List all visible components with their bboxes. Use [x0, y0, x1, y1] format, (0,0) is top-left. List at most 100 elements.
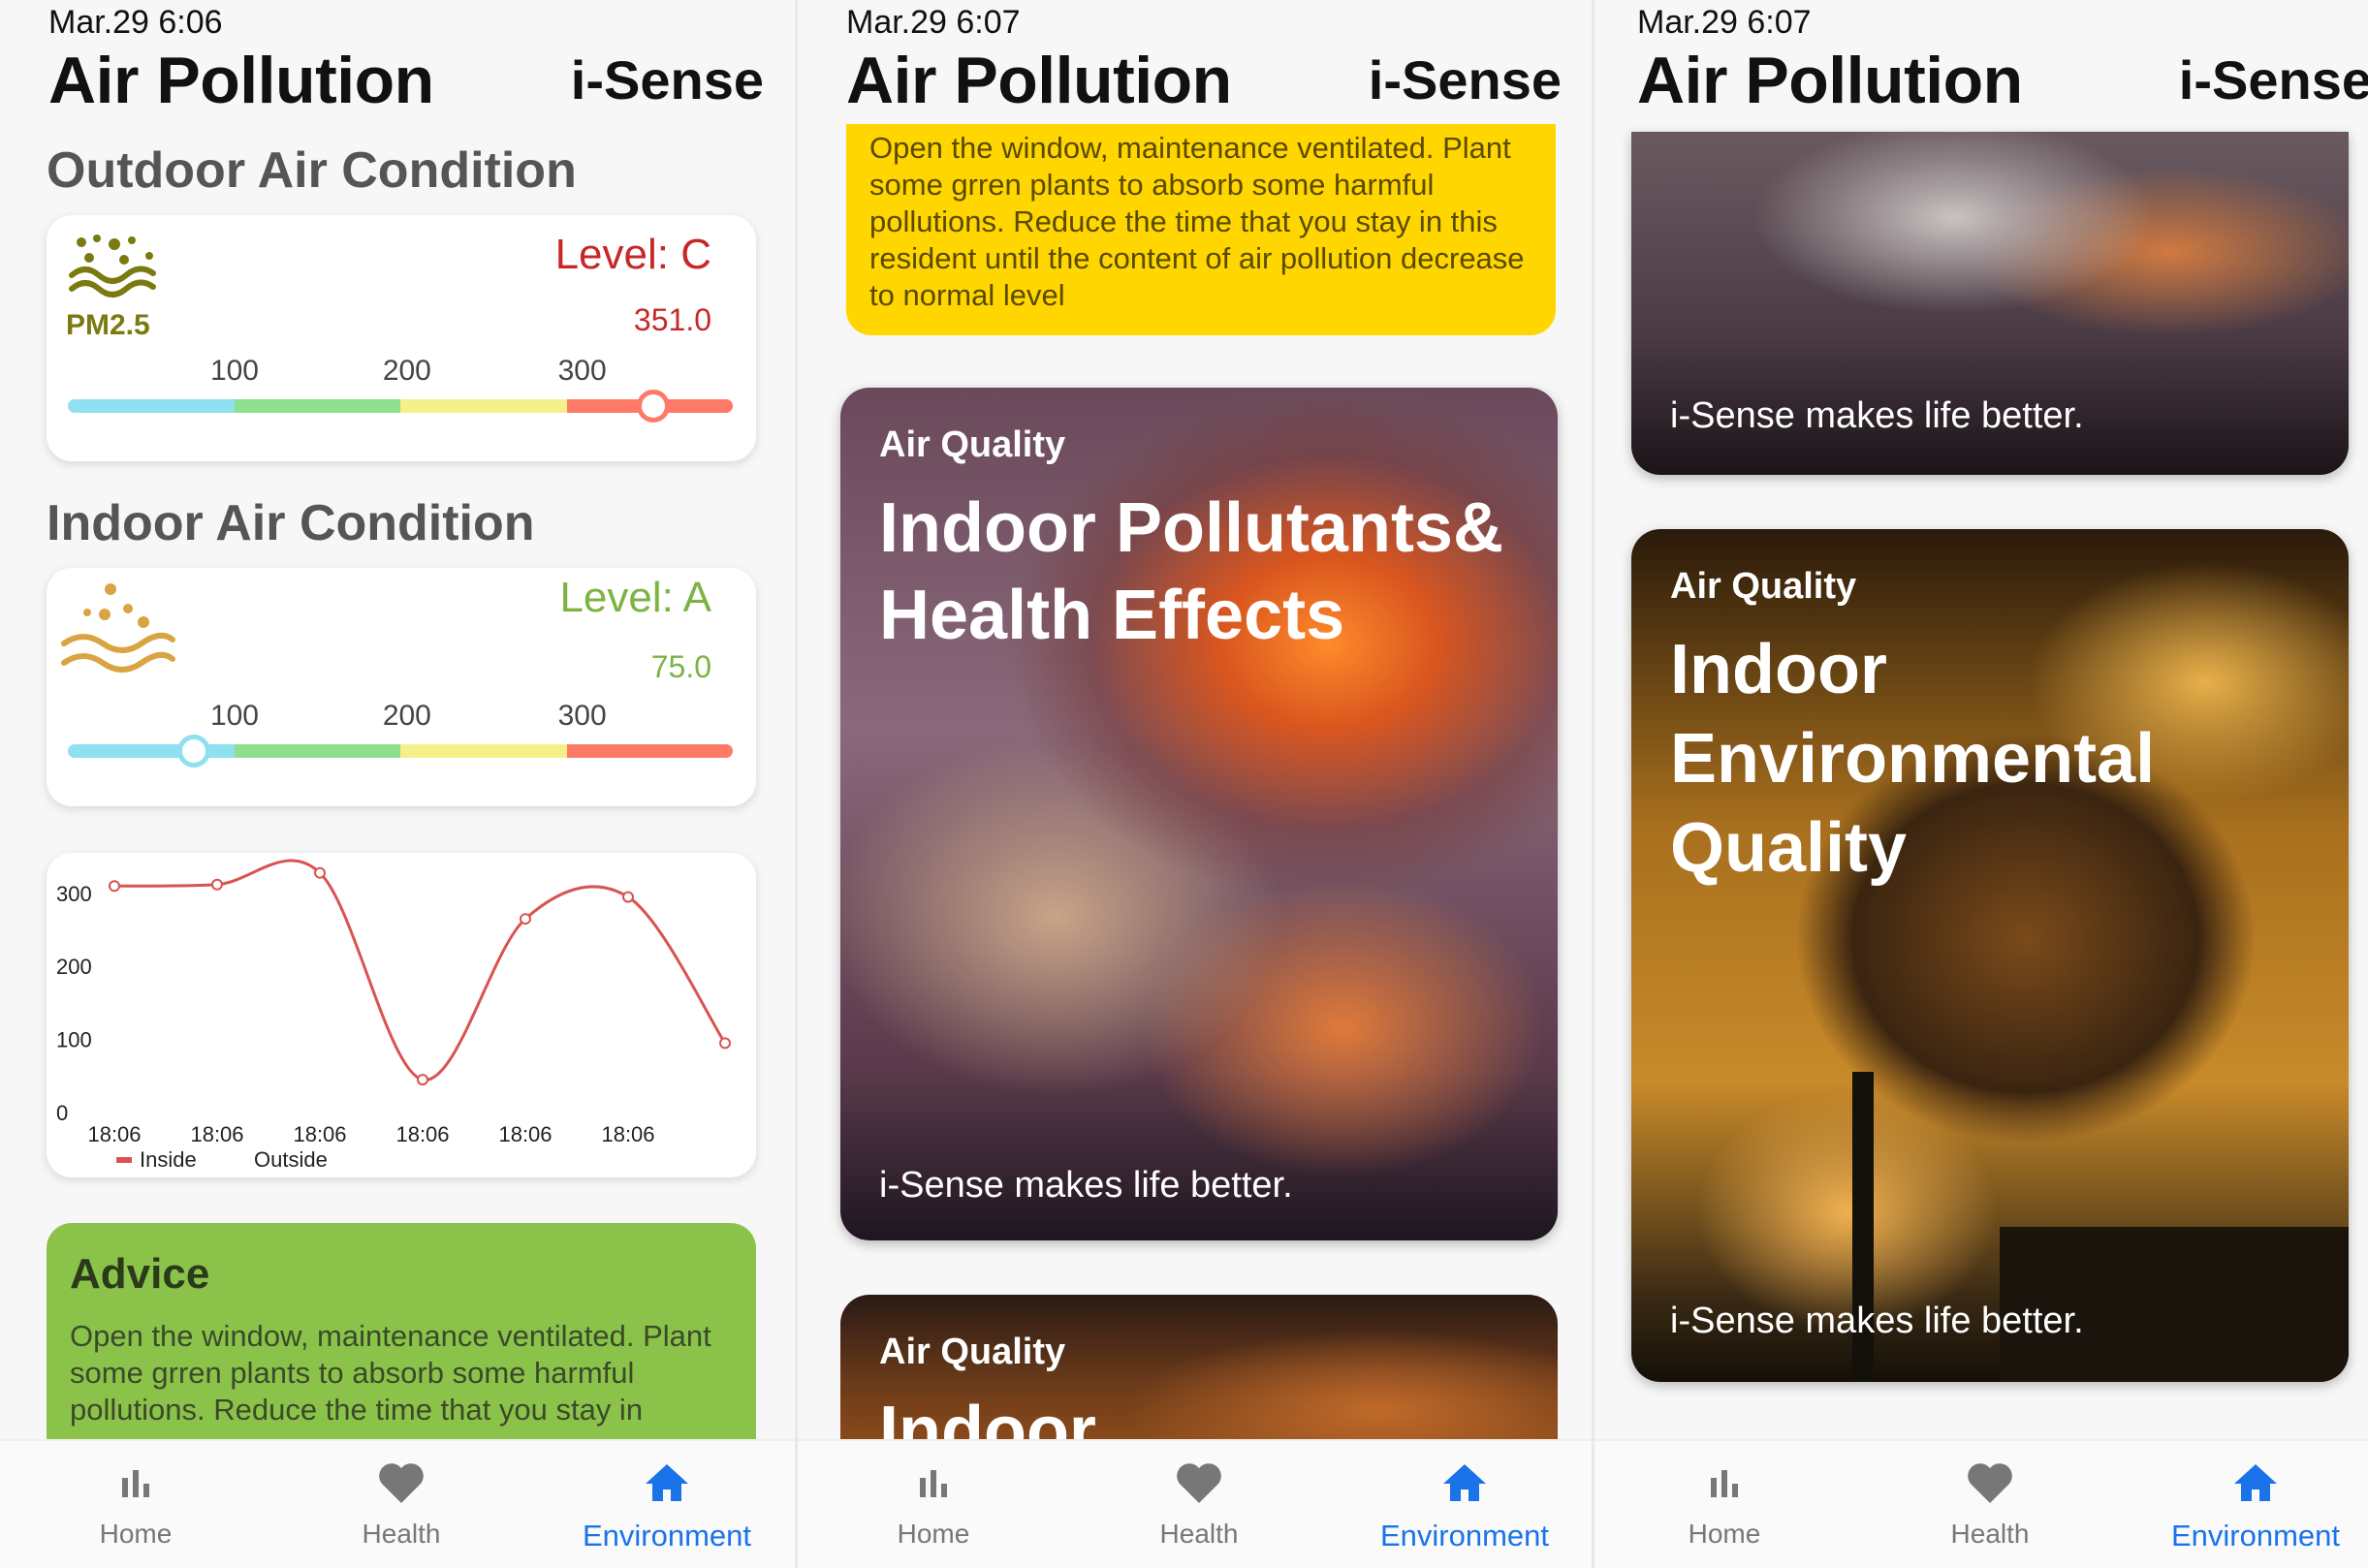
nav-label: Health: [1950, 1519, 2030, 1549]
status-time: Mar.29 6:07: [1637, 4, 1812, 41]
advice-card-tail: Open the window, maintenance ventilated.…: [846, 124, 1556, 335]
home-icon: [2139, 1457, 2368, 1511]
y-tick-label: 300: [56, 882, 92, 906]
data-point: [520, 913, 531, 925]
status-time: Mar.29 6:07: [846, 4, 1021, 41]
data-point: [211, 878, 223, 891]
indoor-slider-knob[interactable]: [177, 735, 211, 768]
tick-label: 300: [557, 355, 607, 387]
heart-icon: [285, 1457, 518, 1511]
nav-health[interactable]: Health: [1874, 1457, 2106, 1550]
indoor-level: Level: A: [559, 574, 711, 621]
x-tick-label: 18:06: [498, 1122, 552, 1146]
card-title-line1: Indoor Pollutants&: [879, 489, 1503, 567]
heart-icon: [1083, 1457, 1315, 1511]
brand-name: i-Sense: [1368, 49, 1562, 110]
article-card-top[interactable]: i-Sense makes life better.: [1631, 132, 2349, 475]
x-tick-label: 18:06: [395, 1122, 449, 1146]
outdoor-section-title: Outdoor Air Condition: [47, 142, 577, 199]
nav-label: Home: [99, 1519, 173, 1549]
outdoor-card[interactable]: PM2.5 Level: C 351.0 100 200 300: [47, 215, 756, 461]
tick-label: 100: [209, 700, 259, 732]
tick-label: 200: [382, 355, 431, 387]
advice-text: Open the window, maintenance ventilated.…: [70, 1319, 711, 1427]
indoor-dust-icon: [58, 576, 184, 682]
indoor-scale-ticks: 100 200 300: [47, 700, 756, 735]
card-title-line3: Quality: [1670, 809, 1908, 887]
card-tagline: i-Sense makes life better.: [1670, 1301, 2084, 1341]
series-line-inside: [113, 859, 727, 1082]
data-point: [314, 866, 326, 879]
screenshot-canvas: Mar.29 6:06 Air Pollution i-Sense Outdoo…: [0, 0, 2368, 1568]
app-title: Air Pollution: [48, 44, 434, 117]
nav-label: Environment: [2170, 1519, 2341, 1552]
card-title-line1: Indoor: [879, 1393, 1096, 1440]
y-tick-label: 0: [56, 1101, 68, 1125]
x-tick-label: 18:06: [87, 1122, 141, 1146]
data-point: [417, 1074, 428, 1086]
nav-label: Home: [1688, 1519, 1761, 1549]
nav-label: Health: [1159, 1519, 1239, 1549]
data-point: [622, 891, 634, 903]
nav-home[interactable]: Home: [817, 1457, 1050, 1550]
app-title: Air Pollution: [846, 44, 1232, 117]
bottom-nav: Home Health Environment: [1594, 1439, 2368, 1568]
indoor-section-title: Indoor Air Condition: [47, 495, 535, 551]
nav-home[interactable]: Home: [19, 1457, 252, 1550]
nav-label: Health: [362, 1519, 441, 1549]
article-card-indoor-pollutants[interactable]: Air Quality Indoor Pollutants& Health Ef…: [840, 388, 1558, 1240]
article-card-indoor-environmental-quality[interactable]: Air Quality Indoor Environmental Quality…: [1631, 529, 2349, 1382]
status-time: Mar.29 6:06: [48, 4, 223, 41]
bottom-nav: Home Health Environment: [798, 1439, 1593, 1568]
screen-1: Mar.29 6:06 Air Pollution i-Sense Outdoo…: [0, 0, 795, 1568]
outdoor-scale-ticks: 100 200 300: [47, 355, 756, 390]
indoor-value: 75.0: [650, 649, 711, 684]
outdoor-slider-knob[interactable]: [636, 390, 670, 423]
legend-label-inside: Inside: [140, 1147, 197, 1172]
bar-chart-icon: [817, 1457, 1050, 1511]
heart-icon: [1874, 1457, 2106, 1511]
advice-text: Open the window, maintenance ventilated.…: [869, 131, 1525, 312]
card-tagline: i-Sense makes life better.: [879, 1165, 1293, 1206]
x-tick-label: 18:06: [601, 1122, 654, 1146]
card-category: Air Quality: [1670, 566, 1857, 607]
pm25-icon: PM2.5: [64, 231, 171, 341]
data-point: [719, 1037, 731, 1050]
legend-label-outside: Outside: [254, 1147, 328, 1172]
screen-3: Mar.29 6:07 Air Pollution i-Sense i-Sens…: [1594, 0, 2368, 1568]
app-title: Air Pollution: [1637, 44, 2023, 117]
nav-home[interactable]: Home: [1608, 1457, 1841, 1550]
card-tagline: i-Sense makes life better.: [1670, 395, 2084, 436]
card-category: Air Quality: [879, 424, 1066, 465]
bar-chart-icon: [19, 1457, 252, 1511]
nav-label: Home: [897, 1519, 970, 1549]
x-tick-label: 18:06: [293, 1122, 346, 1146]
outdoor-value: 351.0: [633, 302, 711, 337]
nav-label: Environment: [582, 1519, 752, 1552]
article-card-indoor[interactable]: Air Quality Indoor: [840, 1295, 1558, 1440]
card-title-line1: Indoor: [1670, 631, 1887, 708]
advice-title: Advice: [70, 1250, 210, 1298]
screen-2: Mar.29 6:07 Air Pollution i-Sense Open t…: [798, 0, 1593, 1568]
y-tick-label: 200: [56, 955, 92, 979]
line-chart: 0 100 200 300 18:06 18:06 18:06 18:06 18:06 18:06…: [56, 859, 731, 1172]
outdoor-level-bar: [68, 399, 733, 413]
outdoor-level: Level: C: [554, 231, 711, 278]
card-category: Air Quality: [879, 1332, 1066, 1372]
indoor-card[interactable]: Level: A 75.0 100 200 300: [47, 568, 756, 806]
nav-environment[interactable]: Environment: [2139, 1457, 2368, 1553]
nav-environment[interactable]: Environment: [551, 1457, 783, 1553]
tick-label: 100: [209, 355, 259, 387]
brand-name: i-Sense: [2178, 49, 2368, 110]
nav-health[interactable]: Health: [1083, 1457, 1315, 1550]
tick-label: 200: [382, 700, 431, 732]
nav-health[interactable]: Health: [285, 1457, 518, 1550]
x-tick-label: 18:06: [190, 1122, 243, 1146]
nav-label: Environment: [1379, 1519, 1550, 1552]
nav-environment[interactable]: Environment: [1348, 1457, 1581, 1553]
air-quality-chart-card: 0 100 200 300 18:06 18:06 18:06 18:06 18:06 18:06…: [47, 853, 756, 1177]
brand-name: i-Sense: [570, 49, 764, 110]
tick-label: 300: [557, 700, 607, 732]
bar-chart-icon: [1608, 1457, 1841, 1511]
data-point: [109, 880, 120, 893]
